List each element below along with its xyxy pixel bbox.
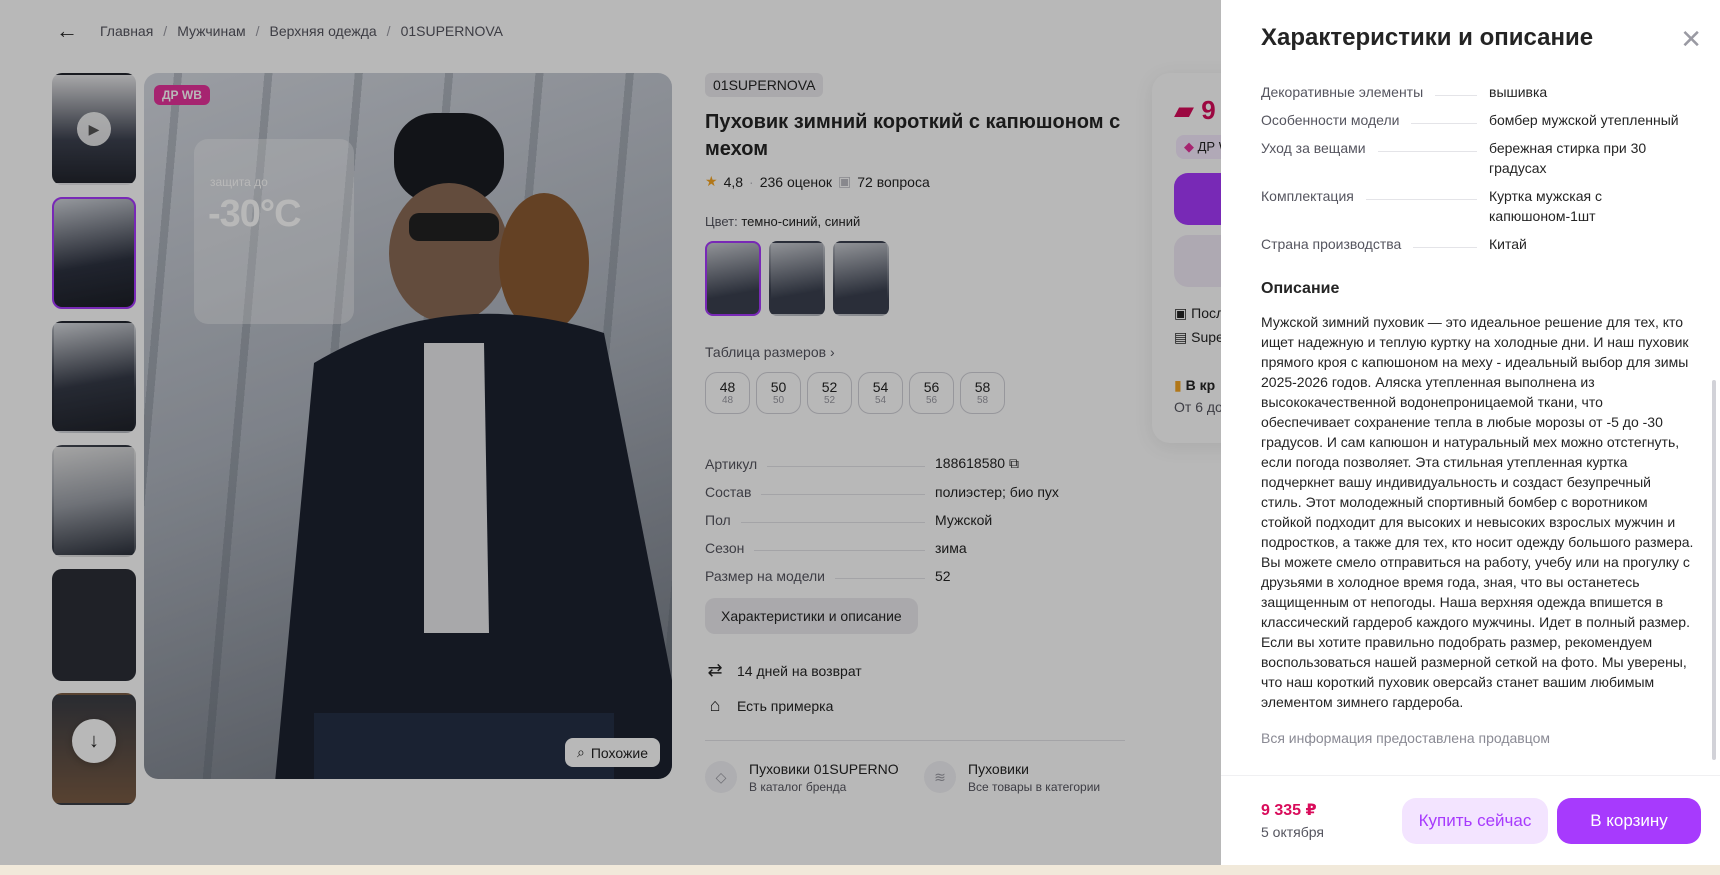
panel-scrollbar[interactable] — [1712, 380, 1716, 760]
delivery-date: 5 октября — [1261, 824, 1324, 840]
product-page: ← Главная / Мужчинам / Верхняя одежда / … — [0, 0, 1720, 875]
panel-spec-value: бомбер мужской утепленный — [1489, 112, 1679, 128]
add-to-cart-button[interactable]: В корзину — [1557, 798, 1701, 844]
panel-spec-key: Особенности модели — [1261, 112, 1400, 128]
panel-spec-key: Уход за вещами — [1261, 140, 1366, 156]
panel-spec-value: вышивка — [1489, 84, 1548, 100]
panel-spec-value: Куртка мужская с капюшоном-1шт — [1489, 188, 1602, 224]
panel-spec-key: Декоративные элементы — [1261, 84, 1424, 100]
bottom-strip — [0, 865, 1720, 875]
panel-title: Характеристики и описание — [1261, 24, 1594, 51]
description-heading: Описание — [1261, 280, 1340, 297]
spec-dots — [1435, 82, 1477, 96]
panel-price: 9 335 ₽ — [1261, 802, 1317, 819]
spec-dots — [1413, 234, 1477, 248]
spec-dots — [1411, 110, 1477, 124]
panel-footer: 9 335 ₽ 5 октября Купить сейчас В корзин… — [1221, 775, 1720, 865]
panel-spec-key: Страна производства — [1261, 236, 1402, 252]
panel-spec-row: Декоративные элементы вышивка — [1261, 82, 1701, 102]
panel-spec-row: Уход за вещами бережная стирка при 30 гра… — [1261, 138, 1701, 178]
spec-dots — [1365, 186, 1477, 200]
spec-dots — [1377, 138, 1477, 152]
panel-spec-row: Страна производства Китай — [1261, 234, 1701, 254]
panel-spec-key: Комплектация — [1261, 188, 1354, 204]
panel-spec-row: Комплектация Куртка мужская с капюшоном-1… — [1261, 186, 1701, 226]
panel-spec-value: бережная стирка при 30 градусах — [1489, 140, 1647, 176]
close-icon[interactable]: ✕ — [1680, 26, 1702, 52]
buy-now-button[interactable]: Купить сейчас — [1402, 798, 1548, 844]
description-text: Мужской зимний пуховик — это идеальное р… — [1261, 314, 1694, 710]
seller-note: Вся информация предоставлена продавцом — [1261, 730, 1551, 746]
characteristics-panel: Характеристики и описание ✕ Декоративные… — [1221, 0, 1720, 875]
panel-content[interactable]: Декоративные элементы вышивка Особенности… — [1261, 82, 1701, 772]
panel-spec-value: Китай — [1489, 236, 1527, 252]
panel-spec-row: Особенности модели бомбер мужской утеплен… — [1261, 110, 1701, 130]
